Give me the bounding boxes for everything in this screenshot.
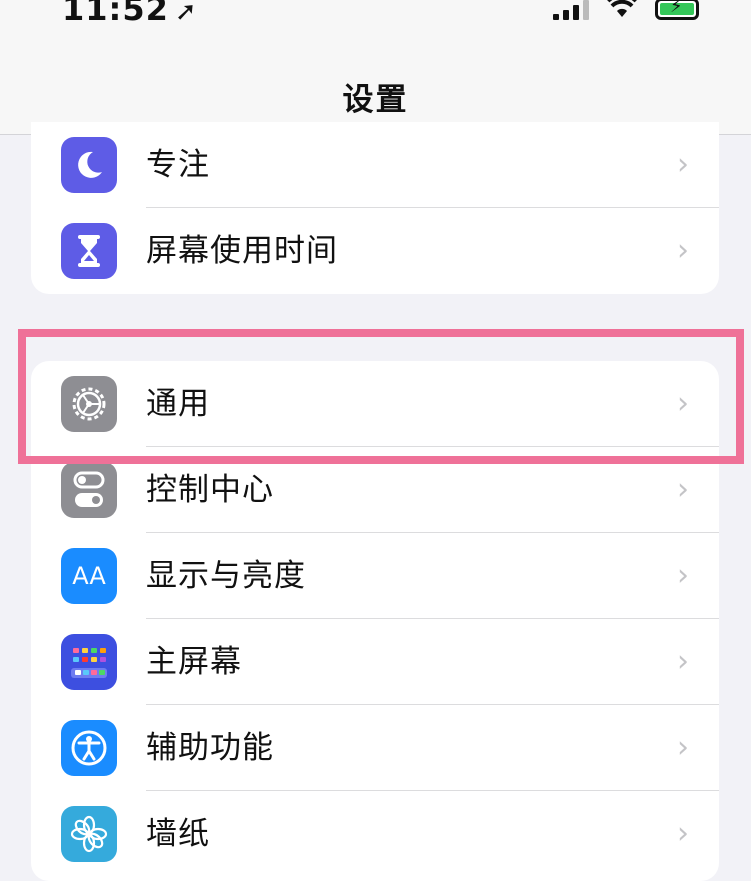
settings-item-label: 主屏幕: [146, 644, 242, 680]
page-title: 设置: [342, 82, 409, 118]
chevron-right-icon: ›: [677, 147, 689, 182]
cellular-signal-icon: [553, 0, 589, 20]
settings-item-display-brightness[interactable]: AA 显示与亮度 ›: [31, 533, 719, 619]
status-icons: ⚡: [553, 0, 699, 20]
flower-icon: [61, 806, 117, 862]
battery-charging-icon: ⚡: [655, 0, 699, 20]
highlight-box: [18, 329, 744, 464]
chevron-right-icon: ›: [677, 730, 689, 765]
accessibility-icon: [61, 720, 117, 776]
status-time: 11:52 ➚: [62, 0, 198, 29]
settings-group-focus: 专注 › 屏幕使用时间 ›: [31, 122, 719, 294]
hourglass-icon: [61, 223, 117, 279]
settings-item-wallpaper[interactable]: 墙纸 ›: [31, 791, 719, 877]
settings-item-focus[interactable]: 专注 ›: [31, 122, 719, 208]
settings-item-screen-time[interactable]: 屏幕使用时间 ›: [31, 208, 719, 294]
toggles-icon: [61, 462, 117, 518]
chevron-right-icon: ›: [677, 816, 689, 851]
home-screen-icon: [61, 634, 117, 690]
settings-item-label: 屏幕使用时间: [146, 233, 338, 269]
moon-icon: [61, 137, 117, 193]
settings-item-home-screen[interactable]: 主屏幕 ›: [31, 619, 719, 705]
settings-item-label: 显示与亮度: [146, 558, 306, 594]
settings-item-label: 专注: [146, 147, 210, 183]
chevron-right-icon: ›: [677, 644, 689, 679]
settings-item-label: 墙纸: [146, 816, 210, 852]
chevron-right-icon: ›: [677, 558, 689, 593]
chevron-right-icon: ›: [677, 233, 689, 268]
top-bar: 11:52 ➚ ⚡ 设置: [0, 0, 751, 135]
location-arrow-icon: ➚: [174, 0, 198, 27]
wifi-icon: [607, 0, 637, 20]
settings-item-accessibility[interactable]: 辅助功能 ›: [31, 705, 719, 791]
settings-item-label: 辅助功能: [146, 730, 274, 766]
text-size-icon: AA: [61, 548, 117, 604]
